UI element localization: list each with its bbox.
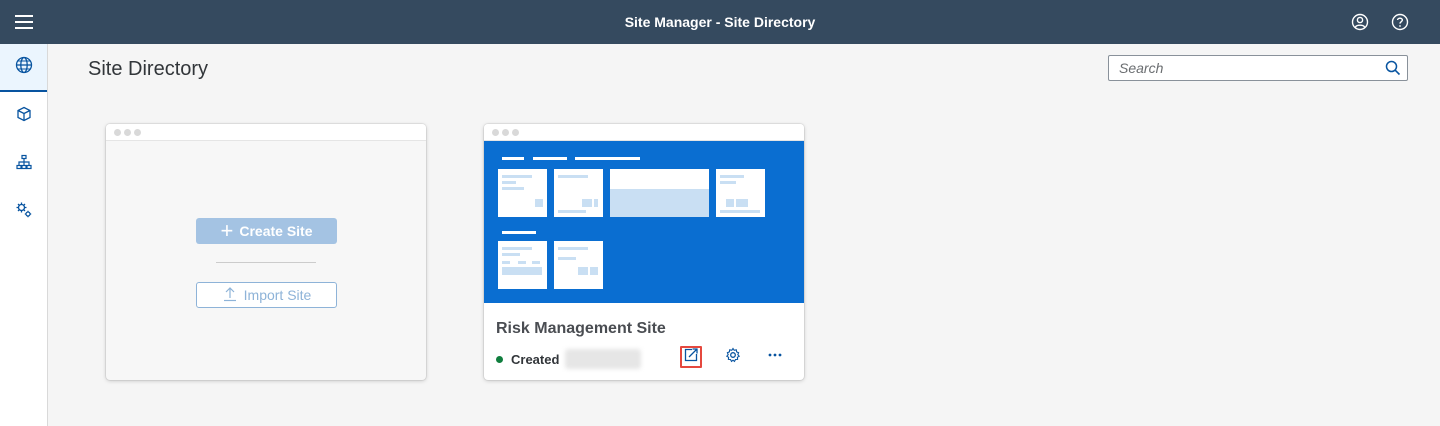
nav-provider-manager[interactable] <box>0 140 47 188</box>
redacted-date <box>565 349 641 369</box>
status-indicator <box>496 356 503 363</box>
site-name: Risk Management Site <box>496 320 666 337</box>
search-input[interactable] <box>1109 56 1379 80</box>
more-actions-button[interactable] <box>764 346 786 368</box>
site-card[interactable]: Risk Management Site Created <box>484 124 804 380</box>
page-title: Site Directory <box>88 58 209 80</box>
external-link-icon <box>683 347 699 368</box>
status-label: Created <box>511 352 560 367</box>
shell-title: Site Manager - Site Directory <box>624 14 816 30</box>
search-field <box>1108 55 1408 81</box>
plus-icon: + <box>220 218 234 243</box>
gear-icon <box>725 347 741 368</box>
upload-icon <box>222 286 238 305</box>
site-thumbnail[interactable] <box>484 141 804 303</box>
open-site-button[interactable] <box>680 346 702 368</box>
search-icon[interactable] <box>1385 60 1401 76</box>
create-site-button[interactable]: + Create Site <box>196 218 337 244</box>
overflow-icon <box>767 347 783 368</box>
nav-settings[interactable] <box>0 188 47 236</box>
card-window-bar <box>106 124 426 141</box>
nav-site-directory[interactable] <box>0 44 47 92</box>
side-navigation <box>0 44 48 426</box>
import-site-button[interactable]: Import Site <box>196 282 337 308</box>
hierarchy-icon <box>15 154 32 175</box>
site-settings-button[interactable] <box>722 346 744 368</box>
card-window-bar <box>484 124 804 141</box>
help-icon[interactable] <box>1390 12 1410 32</box>
user-profile-icon[interactable] <box>1350 12 1370 32</box>
import-site-label: Import Site <box>243 287 312 303</box>
gears-icon <box>15 201 33 224</box>
create-site-label: Create Site <box>239 223 313 239</box>
create-site-card: + Create Site Import Site <box>106 124 426 380</box>
shell-bar: Site Manager - Site Directory <box>0 0 1440 44</box>
cube-icon <box>16 106 32 127</box>
nav-content-manager[interactable] <box>0 92 47 140</box>
globe-icon <box>15 56 33 79</box>
divider <box>216 262 316 263</box>
